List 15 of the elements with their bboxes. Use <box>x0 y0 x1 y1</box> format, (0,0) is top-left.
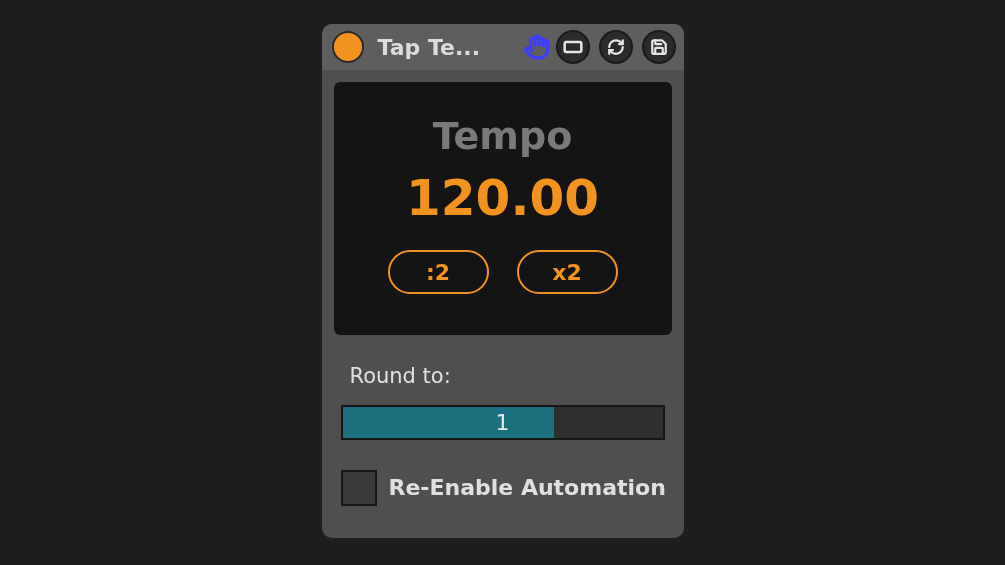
tempo-button[interactable]: x2 <box>516 250 618 294</box>
power-toggle[interactable] <box>331 31 364 63</box>
tempo-button[interactable]: :2 <box>387 250 489 294</box>
sync-button[interactable] <box>598 30 633 64</box>
sync-icon <box>606 38 625 56</box>
save-icon <box>649 38 668 56</box>
tempo-label: Tempo <box>432 113 573 160</box>
tempo-value: 120.00 <box>406 168 599 229</box>
automation-checkbox[interactable] <box>340 469 377 506</box>
device-title: Tap Te... <box>377 33 480 62</box>
round-label: Round to: <box>349 363 452 390</box>
clip-button[interactable] <box>555 30 590 64</box>
automation-label: Re-Enable Automation <box>388 474 666 502</box>
round-slider[interactable]: 1 <box>340 404 665 440</box>
save-button[interactable] <box>641 30 676 64</box>
